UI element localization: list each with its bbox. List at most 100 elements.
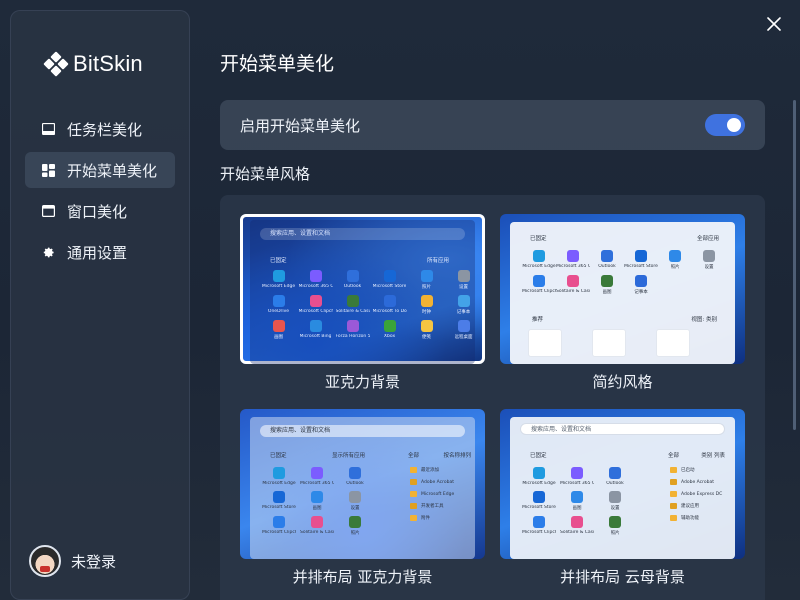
preview-app-tile: Microsoft To Do <box>373 295 407 315</box>
preview-app-name: Microsoft Clipchamp <box>262 530 296 535</box>
app-icon <box>669 250 681 262</box>
preview-app-grid: Microsoft EdgeMicrosoft 365 CopilotOutlo… <box>522 250 724 295</box>
app-icon <box>457 270 470 282</box>
preview-app-tile: Microsoft 365 Copilot <box>556 250 590 270</box>
preview-app-name: 时钟 <box>422 310 431 315</box>
app-icon <box>571 516 583 528</box>
folder-icon <box>670 515 677 521</box>
preview-app-tile: Outlook <box>598 467 632 486</box>
sidebar-item-label: 任务栏美化 <box>67 120 143 139</box>
enable-start-menu-toggle[interactable] <box>705 114 745 136</box>
app-icon <box>273 467 285 479</box>
style-card-simple[interactable]: 已固定 全部应用 Microsoft EdgeMicrosoft 365 Cop… <box>500 214 745 392</box>
preview-app-tile: Solitaire & Casual Games <box>560 516 594 536</box>
brand-name: BitSkin <box>73 51 143 76</box>
preview-app-name: Outlook <box>346 481 364 486</box>
preview-list-item: Adobe Express DC <box>670 491 722 497</box>
app-icon <box>601 250 613 262</box>
preview-app-name: Microsoft Store <box>372 284 407 289</box>
preview-app-tile: Microsoft Store <box>262 491 296 511</box>
preview-list-label: 附件 <box>421 516 430 521</box>
window-icon <box>41 204 55 218</box>
preview-app-tile: 时钟 <box>410 295 443 315</box>
app-icon <box>635 250 647 262</box>
preview-app-name: Microsoft Store <box>522 505 556 510</box>
preview-app-tile: 画图 <box>262 320 295 340</box>
scrollbar[interactable] <box>793 100 796 430</box>
brand: BitSkin <box>43 51 143 77</box>
preview-app-name: Microsoft Edge <box>522 264 556 269</box>
folder-icon <box>670 479 677 485</box>
app-icon <box>420 270 433 282</box>
preview-app-tile: Microsoft Store <box>373 270 406 290</box>
preview-app-name: 便笺 <box>422 335 431 340</box>
style-card-label: 并排布局 亚克力背景 <box>292 568 433 586</box>
app-icon <box>457 295 470 307</box>
sidebar-item-start-menu[interactable]: 开始菜单美化 <box>25 152 175 188</box>
preview-list-label: 最近添加 <box>421 468 439 473</box>
preview-list-label: 建议应用 <box>681 504 699 509</box>
app-icon <box>703 250 715 262</box>
enable-start-menu-card: 启用开始菜单美化 <box>220 100 765 150</box>
style-card-label: 并排布局 云母背景 <box>560 568 685 586</box>
style-card-acrylic[interactable]: 搜索应用、设置和文档 已固定 所有应用 Microsoft Edge Micros… <box>240 214 485 392</box>
preview-list-item: 附件 <box>410 515 454 521</box>
preview-app-tile: Outlook <box>592 250 622 270</box>
app-icon <box>420 295 433 307</box>
preview-list-label: Microsoft Edge <box>421 491 455 497</box>
folder-icon <box>670 503 677 509</box>
preview-app-name: 设置 <box>459 285 468 290</box>
preview-app-tile: Outlook <box>336 270 369 290</box>
user-account[interactable]: 未登录 <box>29 545 116 577</box>
preview-app-name: 设置 <box>704 265 714 270</box>
preview-app-name: OneDrive <box>267 309 290 314</box>
style-card-side-by-side-mica[interactable]: 搜索应用、设置和文档 已固定 全部 类别 列表 Microsoft Edge Mi… <box>500 409 745 587</box>
sidebar-item-taskbar[interactable]: 任务栏美化 <box>25 111 175 147</box>
preview-app-name: Microsoft 365 Copilot <box>300 481 334 486</box>
preview-app-tile: Solitaire & Casual Games <box>300 516 334 536</box>
preview-app-tile: 设置 <box>598 491 632 511</box>
sidebar-item-label: 通用设置 <box>67 243 128 262</box>
preview-app-name: Xbox <box>383 334 396 339</box>
preview-list-item: 已启动 <box>670 467 722 473</box>
preview-all-label: 全部 <box>408 453 420 459</box>
sidebar: BitSkin 任务栏美化 开始菜单美化 窗口美化 通用设置 未登录 <box>10 10 190 600</box>
preview-list-label: Adobe Express DC <box>681 491 723 497</box>
preview-app-tile: 记事本 <box>626 275 656 295</box>
app-icon <box>457 320 470 332</box>
sidebar-item-settings[interactable]: 通用设置 <box>25 234 175 270</box>
style-thumbnail: 已固定 全部应用 Microsoft EdgeMicrosoft 365 Cop… <box>500 214 745 364</box>
preview-view-label: 视图: 类别 <box>691 317 717 323</box>
sidebar-item-window[interactable]: 窗口美化 <box>25 193 175 229</box>
app-icon <box>272 295 285 307</box>
preview-app-tile: Microsoft Store <box>522 491 556 511</box>
preview-app-name: 记事本 <box>456 310 471 315</box>
preview-app-tile: Microsoft Clipchamp <box>522 275 556 295</box>
preview-pinned-label: 已固定 <box>270 453 287 459</box>
style-card-side-by-side-acrylic[interactable]: 搜索应用、设置和文档 已固定 显示所有应用 全部 按名称排列 Microsoft… <box>240 409 485 587</box>
taskbar-icon <box>41 122 55 136</box>
preview-category-tile <box>528 329 562 357</box>
preview-app-name: 画图 <box>312 506 322 511</box>
preview-pinned-label: 已固定 <box>270 258 287 264</box>
app-icon <box>609 516 621 528</box>
preview-app-name: Microsoft 365 Copilot <box>556 264 590 269</box>
preview-app-tile: 照片 <box>598 516 632 536</box>
app-icon <box>311 467 323 479</box>
preview-app-tile: Microsoft Bing <box>299 320 332 340</box>
preview-app-grid: Microsoft EdgeMicrosoft 365 CopilotOutlo… <box>262 467 372 536</box>
folder-icon <box>670 467 677 473</box>
preview-app-name: Outlook <box>343 284 362 289</box>
preview-app-name: Outlook <box>606 481 624 486</box>
preview-app-name: 照片 <box>350 531 360 536</box>
app-icon <box>533 467 545 479</box>
close-button[interactable] <box>762 12 786 36</box>
app-icon <box>601 275 613 287</box>
app-icon <box>309 295 322 307</box>
preview-app-name: 远程桌面 <box>454 335 473 340</box>
preview-app-tile: 设置 <box>447 270 480 290</box>
app-icon <box>533 516 545 528</box>
preview-app-name: 画图 <box>602 290 612 295</box>
preview-app-grid: Microsoft EdgeMicrosoft 365 CopilotOutlo… <box>262 270 480 340</box>
preview-all-apps-label: 所有应用 <box>426 258 449 264</box>
